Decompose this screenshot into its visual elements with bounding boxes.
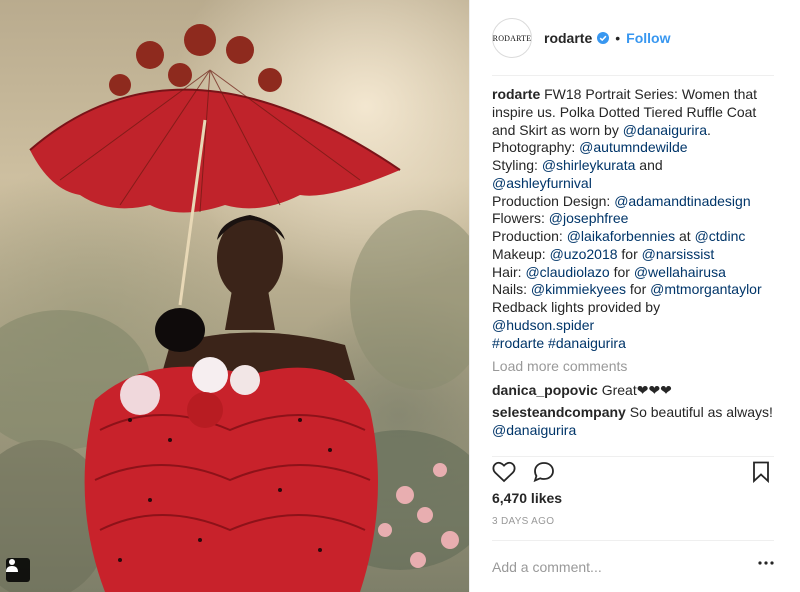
add-comment-bar xyxy=(492,540,774,592)
likes-count[interactable]: 6,470 likes xyxy=(492,490,562,506)
avatar[interactable]: RODARTE xyxy=(492,18,532,58)
hashtag-link[interactable]: #rodarte xyxy=(492,335,544,351)
mention-link[interactable]: @wellahairusa xyxy=(634,264,726,280)
mention-link[interactable]: @shirleykurata xyxy=(542,157,636,173)
caption-author[interactable]: rodarte xyxy=(492,86,540,102)
post-header: RODARTE rodarte • Follow xyxy=(470,0,800,76)
mention-link[interactable]: @narsissist xyxy=(642,246,715,262)
post-caption: rodarte FW18 Portrait Series: Women that… xyxy=(492,86,782,352)
author-username[interactable]: rodarte xyxy=(544,30,592,46)
mention-link[interactable]: @claudiolazo xyxy=(525,264,609,280)
mention-link[interactable]: @ctdinc xyxy=(695,228,746,244)
mention-link[interactable]: @danaigurira xyxy=(623,122,707,138)
more-options-icon[interactable] xyxy=(758,561,774,565)
post-timestamp[interactable]: 3 DAYS AGO xyxy=(492,516,554,527)
header-divider xyxy=(492,75,774,76)
add-comment-input[interactable] xyxy=(492,558,742,575)
avatar-text: RODARTE xyxy=(492,33,532,43)
heart-icon[interactable] xyxy=(492,461,516,483)
portrait-illustration xyxy=(0,24,469,592)
action-bar xyxy=(492,456,774,484)
comment-icon[interactable] xyxy=(532,461,556,483)
comment-item: danica_popovic Great❤❤❤ xyxy=(492,382,782,400)
mention-link[interactable]: @hudson.spider xyxy=(492,317,594,333)
bookmark-icon[interactable] xyxy=(752,461,770,483)
hashtag-link[interactable]: #danaigurira xyxy=(548,335,626,351)
comment-username[interactable]: danica_popovic xyxy=(492,382,598,398)
follow-button[interactable]: Follow xyxy=(626,30,670,46)
mention-link[interactable]: @kimmiekyees xyxy=(531,281,626,297)
comment-item: selesteandcompany So beautiful as always… xyxy=(492,404,782,440)
mention-link[interactable]: @adamandtinadesign xyxy=(614,193,750,209)
mention-link[interactable]: @ashleyfurnival xyxy=(492,175,592,191)
mention-link[interactable]: @josephfree xyxy=(549,210,629,226)
post-side-panel: RODARTE rodarte • Follow rodarte FW18 Po… xyxy=(469,0,800,592)
comment-text: So beautiful as always! xyxy=(629,403,773,420)
load-more-comments-button[interactable]: Load more comments xyxy=(492,358,782,376)
post-photo[interactable] xyxy=(0,0,469,592)
mention-link[interactable]: @laikaforbennies xyxy=(567,228,675,244)
user-tag-icon[interactable] xyxy=(6,558,30,582)
comments-section: rodarte FW18 Portrait Series: Women that… xyxy=(492,86,782,443)
instagram-post: RODARTE rodarte • Follow rodarte FW18 Po… xyxy=(0,0,800,592)
verified-badge-icon xyxy=(597,32,610,44)
comment-text: Great❤❤❤ xyxy=(601,382,672,398)
separator-dot: • xyxy=(615,30,621,46)
mention-link[interactable]: @uzo2018 xyxy=(550,246,618,262)
comment-username[interactable]: selesteandcompany xyxy=(492,404,626,420)
comment-mention-link[interactable]: @danaigurira xyxy=(492,422,576,438)
caption-text: FW18 Portrait Series: Women that inspire… xyxy=(492,86,762,351)
mention-link[interactable]: @autumndewilde xyxy=(579,139,687,155)
mention-link[interactable]: @mtmorgantaylor xyxy=(650,281,761,297)
